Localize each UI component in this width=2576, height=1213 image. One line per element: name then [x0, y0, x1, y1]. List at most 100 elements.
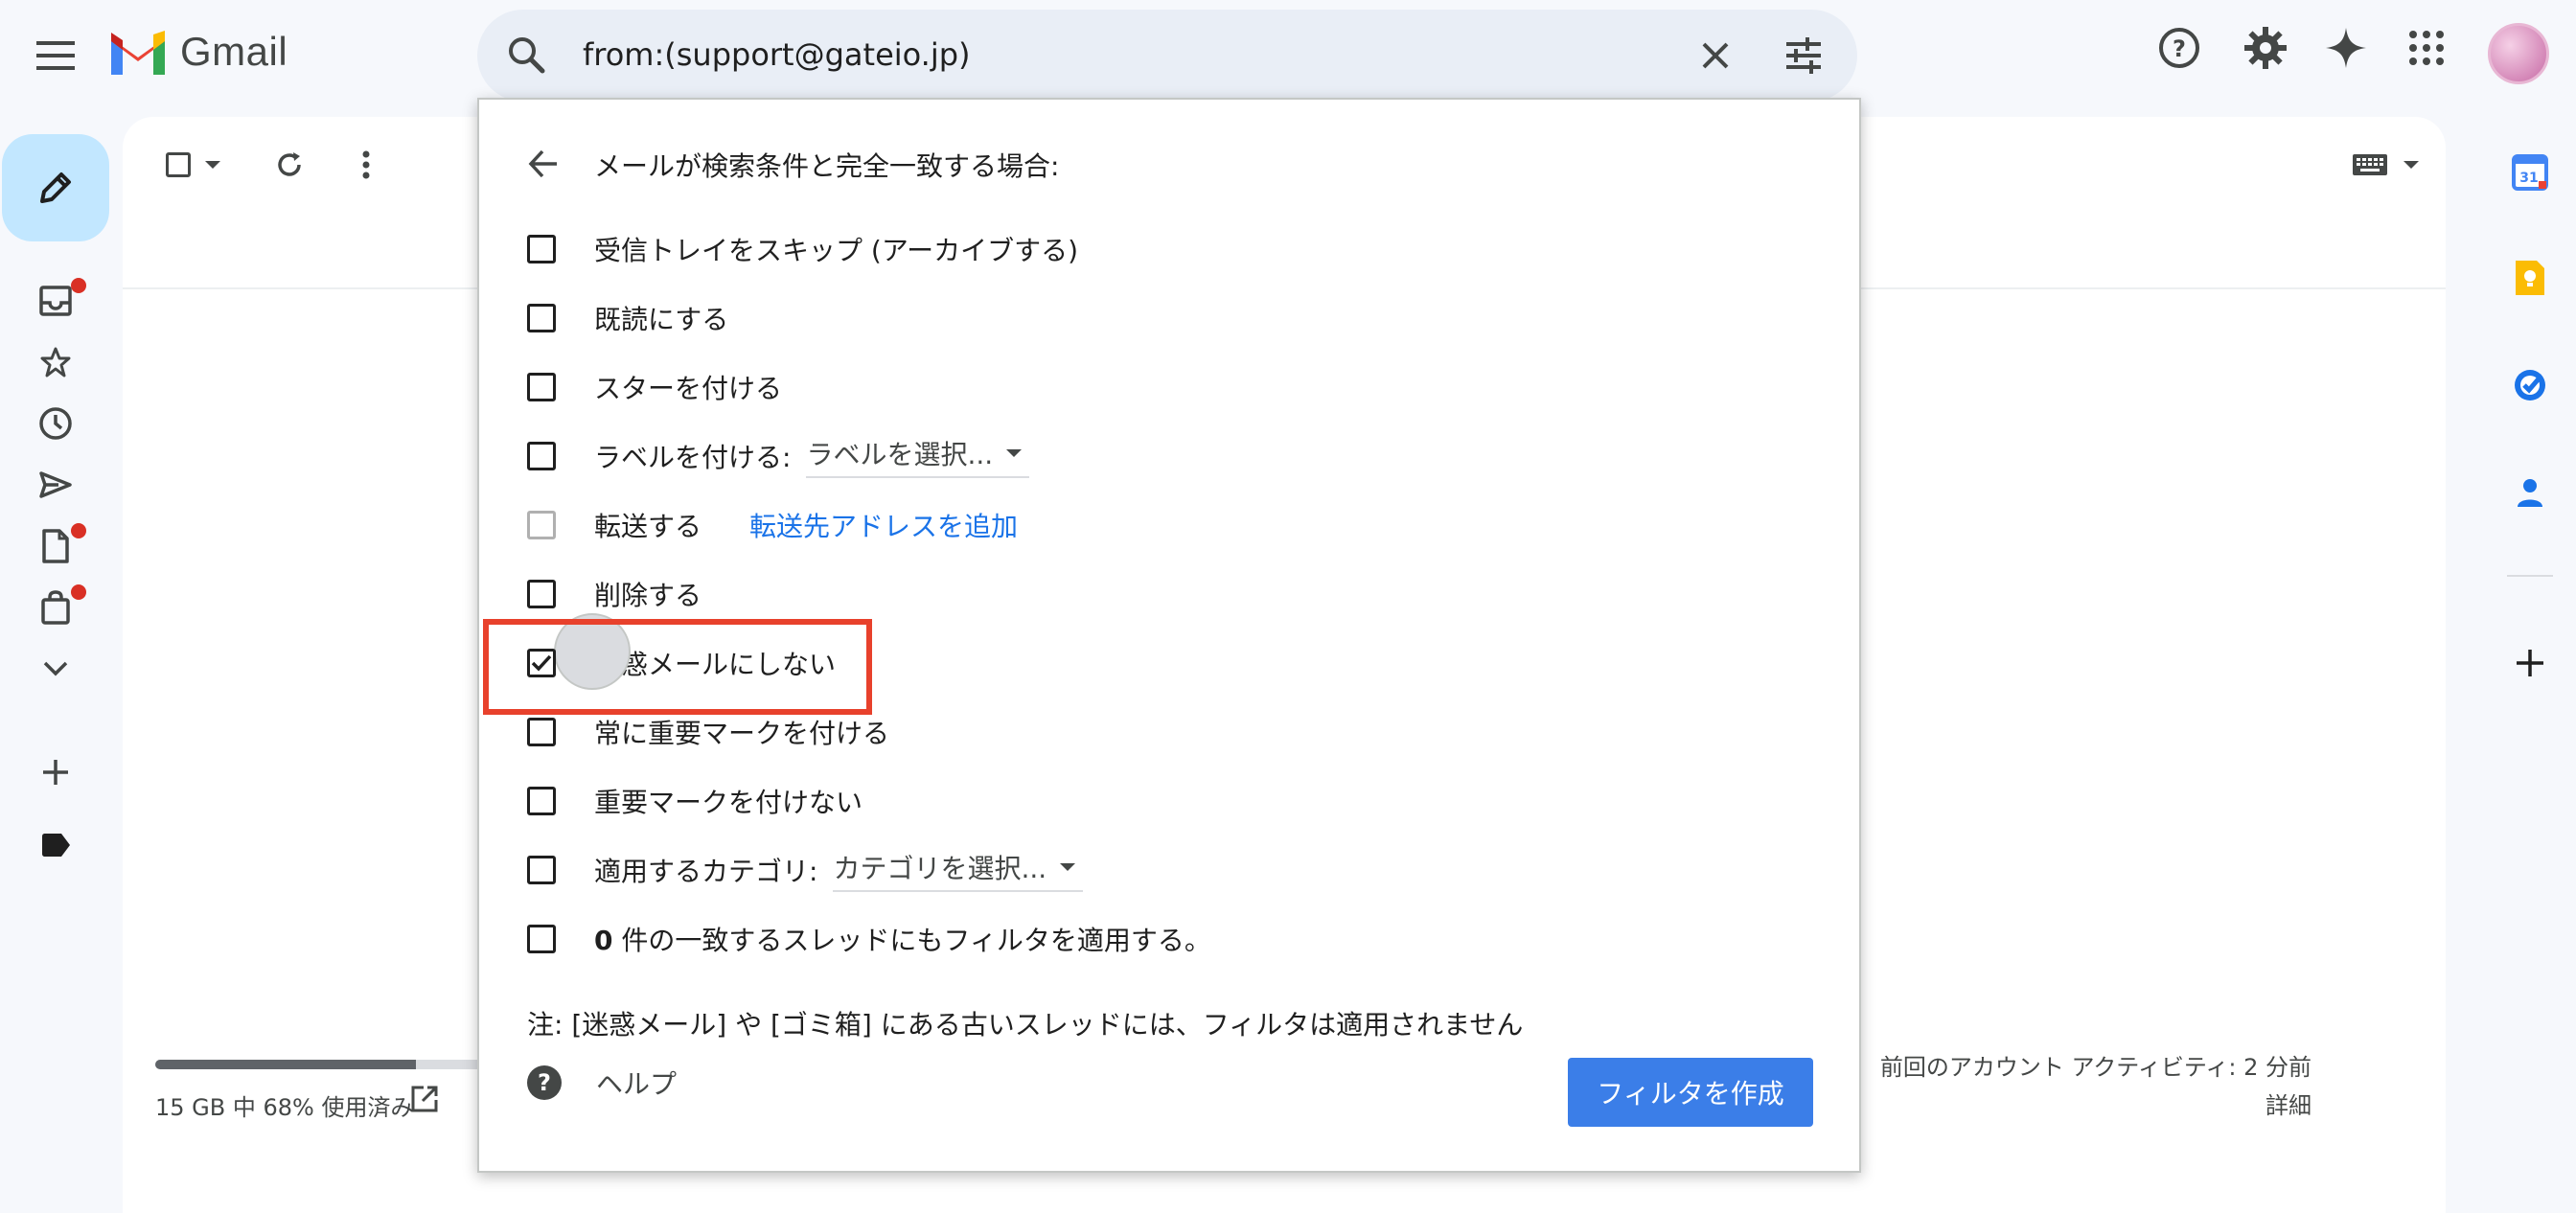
label-icon [42, 834, 70, 857]
label-select-value: ラベルを選択... [806, 439, 994, 470]
option-label: ラベルを付ける: [594, 442, 792, 473]
help-link[interactable]: ? ヘルプ [527, 1064, 677, 1102]
help-button[interactable]: ? [2156, 25, 2202, 71]
option-label: 削除する [594, 580, 702, 611]
refresh-button[interactable] [266, 142, 312, 188]
option-category[interactable]: 適用するカテゴリ: カテゴリを選択... [527, 843, 1084, 897]
document-icon [42, 529, 69, 563]
caret-down-icon [205, 161, 220, 169]
option-label: 受信トレイをスキップ (アーカイブする) [594, 235, 1079, 266]
checkbox[interactable] [527, 580, 556, 608]
account-avatar[interactable] [2488, 23, 2549, 84]
checkbox[interactable] [527, 442, 556, 470]
clear-search-button[interactable] [1694, 34, 1736, 77]
send-icon [39, 471, 72, 498]
tasks-icon [2515, 370, 2545, 401]
option-label: 適用するカテゴリ: [594, 856, 818, 887]
option-label: 0 件の一致するスレッドにもフィルタを適用する。 [594, 920, 1211, 958]
input-tools-dropdown[interactable] [2388, 142, 2434, 188]
select-options-dropdown[interactable] [190, 142, 236, 188]
arrow-back-icon [528, 149, 557, 178]
nav-snoozed[interactable] [33, 401, 79, 446]
plus-icon [43, 760, 68, 785]
menu-icon [36, 41, 75, 70]
purchases-badge [71, 584, 86, 600]
keep-app-button[interactable] [2507, 255, 2553, 301]
checkbox[interactable] [527, 304, 556, 332]
back-button[interactable] [527, 148, 560, 180]
storage-usage-text: 15 GB 中 68% 使用済み [155, 1094, 414, 1121]
option-label: スターを付ける [594, 373, 783, 404]
open-external-icon [411, 1086, 438, 1112]
create-filter-button[interactable]: フィルタを作成 [1568, 1058, 1813, 1127]
gemini-button[interactable] [2323, 25, 2369, 71]
activity-details-link[interactable]: 詳細 [1880, 1087, 2312, 1125]
nav-starred[interactable] [33, 339, 79, 385]
contacts-app-button[interactable] [2507, 469, 2553, 515]
option-apply-to-matching[interactable]: 0 件の一致するスレッドにもフィルタを適用する。 [527, 912, 1211, 966]
pencil-icon [40, 172, 71, 203]
option-forward[interactable]: 転送する 転送先アドレスを追加 [527, 498, 1018, 552]
account-activity: 前回のアカウント アクティビティ: 2 分前 詳細 [1880, 1048, 2312, 1125]
option-delete[interactable]: 削除する [527, 567, 702, 621]
category-select[interactable]: カテゴリを選択... [833, 848, 1084, 892]
more-actions-button[interactable] [343, 142, 389, 188]
option-apply-label[interactable]: ラベルを付ける: ラベルを選択... [527, 429, 1030, 483]
create-label-button[interactable] [33, 749, 79, 795]
option-never-important[interactable]: 重要マークを付けない [527, 774, 862, 828]
clear-icon [1702, 42, 1729, 69]
option-label: 転送する [594, 511, 702, 542]
apps-button[interactable] [2404, 25, 2450, 71]
main-menu-button[interactable] [25, 25, 86, 86]
manage-storage-link[interactable] [410, 1085, 439, 1113]
category-select-value: カテゴリを選択... [833, 853, 1047, 884]
inbox-icon [39, 286, 72, 316]
checkbox[interactable] [527, 373, 556, 401]
help-label: ヘルプ [596, 1068, 678, 1100]
checkbox[interactable] [527, 718, 556, 746]
search-bar[interactable]: from:(support@gateio.jp) [477, 10, 1857, 102]
checkbox[interactable] [527, 856, 556, 884]
option-label-text: 件の一致するスレッドにもフィルタを適用する。 [612, 925, 1211, 956]
caret-down-icon [1060, 863, 1076, 871]
option-star[interactable]: スターを付ける [527, 360, 782, 414]
search-icon[interactable] [506, 34, 548, 77]
chevron-down-icon [43, 661, 68, 676]
gmail-logo[interactable]: Gmail [107, 29, 288, 75]
filter-panel-title: メールが検索条件と完全一致する場合: [594, 150, 1060, 182]
clock-icon [39, 407, 72, 440]
inbox-badge [71, 278, 86, 293]
search-input[interactable]: from:(support@gateio.jp) [583, 36, 971, 73]
checkbox[interactable] [527, 511, 556, 539]
search-options-button[interactable] [1781, 33, 1827, 79]
checkbox[interactable] [527, 925, 556, 953]
apps-icon [2409, 31, 2444, 65]
keep-icon [2516, 261, 2544, 295]
nav-sent[interactable] [33, 462, 79, 508]
option-skip-inbox[interactable]: 受信トレイをスキップ (アーカイブする) [527, 222, 1078, 276]
checkbox[interactable] [527, 235, 556, 263]
drafts-badge [71, 523, 86, 538]
label-select[interactable]: ラベルを選択... [806, 434, 1030, 478]
refresh-icon [278, 152, 301, 176]
option-mark-read[interactable]: 既読にする [527, 291, 728, 345]
add-forwarding-address-link[interactable]: 転送先アドレスを追加 [749, 506, 1018, 544]
nav-label[interactable] [33, 822, 79, 868]
highlight-box [483, 619, 872, 715]
star-icon [40, 347, 71, 378]
compose-button[interactable] [2, 134, 109, 241]
contacts-icon [2518, 479, 2542, 507]
keyboard-icon [2353, 154, 2387, 175]
app-name: Gmail [180, 29, 288, 74]
nav-more[interactable] [33, 646, 79, 692]
filter-note: 注: [迷惑メール] や [ゴミ箱] にある古いスレッドには、フィルタは適用され… [527, 1009, 1524, 1041]
checkbox[interactable] [527, 787, 556, 815]
gmail-logo-icon [111, 31, 165, 75]
calendar-app-button[interactable]: 31 [2507, 149, 2553, 195]
settings-button[interactable] [2242, 25, 2288, 71]
tasks-app-button[interactable] [2507, 362, 2553, 408]
option-label: 常に重要マークを付ける [594, 718, 890, 749]
more-vert-icon [362, 150, 370, 179]
get-addons-button[interactable] [2507, 640, 2553, 686]
svg-text:31: 31 [2519, 171, 2538, 186]
